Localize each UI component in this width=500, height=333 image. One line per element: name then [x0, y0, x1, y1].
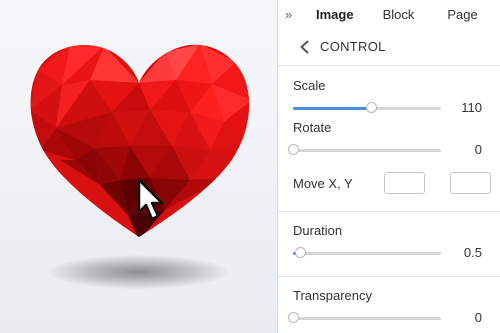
double-chevron-right-icon[interactable]: » [278, 7, 303, 22]
scale-value: 110 [461, 100, 482, 115]
panel-tabs: » Image Block Page [278, 0, 500, 28]
duration-value: 0.5 [463, 245, 482, 260]
transparency-section: Transparency 0 [278, 277, 500, 330]
tab-image[interactable]: Image [316, 7, 354, 22]
move-x-input[interactable] [383, 172, 425, 194]
move-label: Move X, Y [293, 175, 353, 191]
scale-slider[interactable] [293, 102, 441, 113]
transparency-slider-thumb[interactable] [288, 312, 299, 323]
duration-slider[interactable] [293, 247, 441, 258]
duration-slider-row: 0.5 [278, 241, 500, 265]
rotate-slider-row: 0 [278, 138, 500, 162]
rotate-slider[interactable] [288, 144, 441, 155]
scale-slider-fill [293, 107, 372, 110]
transform-section: Scale 110 Rotate 0 Move X, Y [278, 66, 500, 212]
transparency-slider[interactable] [288, 312, 441, 323]
duration-slider-thumb[interactable] [295, 247, 307, 258]
control-back-button[interactable]: CONTROL [278, 28, 500, 66]
transparency-slider-row: 0 [278, 306, 500, 330]
scale-slider-thumb[interactable] [366, 102, 378, 113]
properties-panel: » Image Block Page CONTROL Scale 110 Rot… [277, 0, 500, 333]
tab-page[interactable]: Page [447, 7, 477, 22]
scale-label: Scale [293, 78, 326, 93]
duration-section: Duration 0.5 [278, 212, 500, 277]
transparency-label: Transparency [293, 288, 372, 303]
move-y-input[interactable] [449, 172, 491, 194]
move-row: Move X, Y [278, 169, 500, 197]
canvas-area[interactable] [0, 0, 277, 333]
scale-slider-row: 110 [278, 96, 500, 120]
tab-block[interactable]: Block [383, 7, 415, 22]
duration-label: Duration [293, 223, 343, 238]
transparency-value: 0 [474, 310, 482, 325]
app-root: » Image Block Page CONTROL Scale 110 Rot… [0, 0, 500, 333]
section-title: CONTROL [320, 39, 386, 54]
rotate-label: Rotate [293, 120, 332, 135]
rotate-value: 0 [474, 142, 482, 157]
rotate-slider-thumb[interactable] [288, 144, 299, 155]
mouse-pointer-icon [137, 178, 164, 221]
heart-shadow [48, 255, 228, 289]
chevron-left-icon [300, 40, 309, 53]
